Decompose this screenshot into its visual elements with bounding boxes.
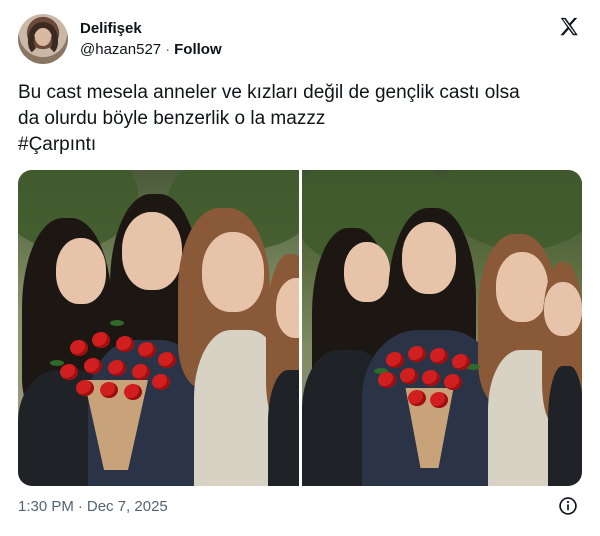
author-display-name[interactable]: Delifişek bbox=[80, 20, 142, 37]
media-grid bbox=[18, 170, 582, 486]
bouquet-image bbox=[40, 320, 190, 470]
timestamp[interactable]: 1:30 PM · Dec 7, 2025 bbox=[18, 498, 168, 515]
info-icon[interactable] bbox=[558, 496, 578, 516]
author-handle[interactable]: @hazan527 bbox=[80, 41, 161, 58]
avatar[interactable] bbox=[18, 14, 68, 64]
bouquet-image bbox=[368, 338, 488, 468]
hashtag-link[interactable]: #Çarpıntı bbox=[18, 132, 582, 158]
handle-separator: · bbox=[165, 41, 171, 58]
author-handle-row: @hazan527 · Follow bbox=[80, 41, 222, 58]
tweet-header: Delifişek @hazan527 · Follow bbox=[18, 12, 584, 66]
photo-group-right[interactable] bbox=[301, 170, 582, 486]
time-text: 1:30 PM bbox=[18, 498, 74, 515]
follow-button[interactable]: Follow bbox=[174, 41, 222, 58]
tweet-text: Bu cast mesela anneler ve kızları değil … bbox=[18, 80, 582, 158]
tweet-line: da olurdu böyle benzerlik o la mazzz bbox=[18, 108, 326, 129]
tweet-line: Bu cast mesela anneler ve kızları değil … bbox=[18, 82, 520, 103]
x-logo-icon[interactable] bbox=[558, 16, 580, 38]
tweet-footer: 1:30 PM · Dec 7, 2025 bbox=[18, 496, 582, 518]
time-separator: · bbox=[77, 498, 83, 515]
photo-group-left[interactable] bbox=[18, 170, 299, 486]
date-text: Dec 7, 2025 bbox=[86, 498, 168, 515]
